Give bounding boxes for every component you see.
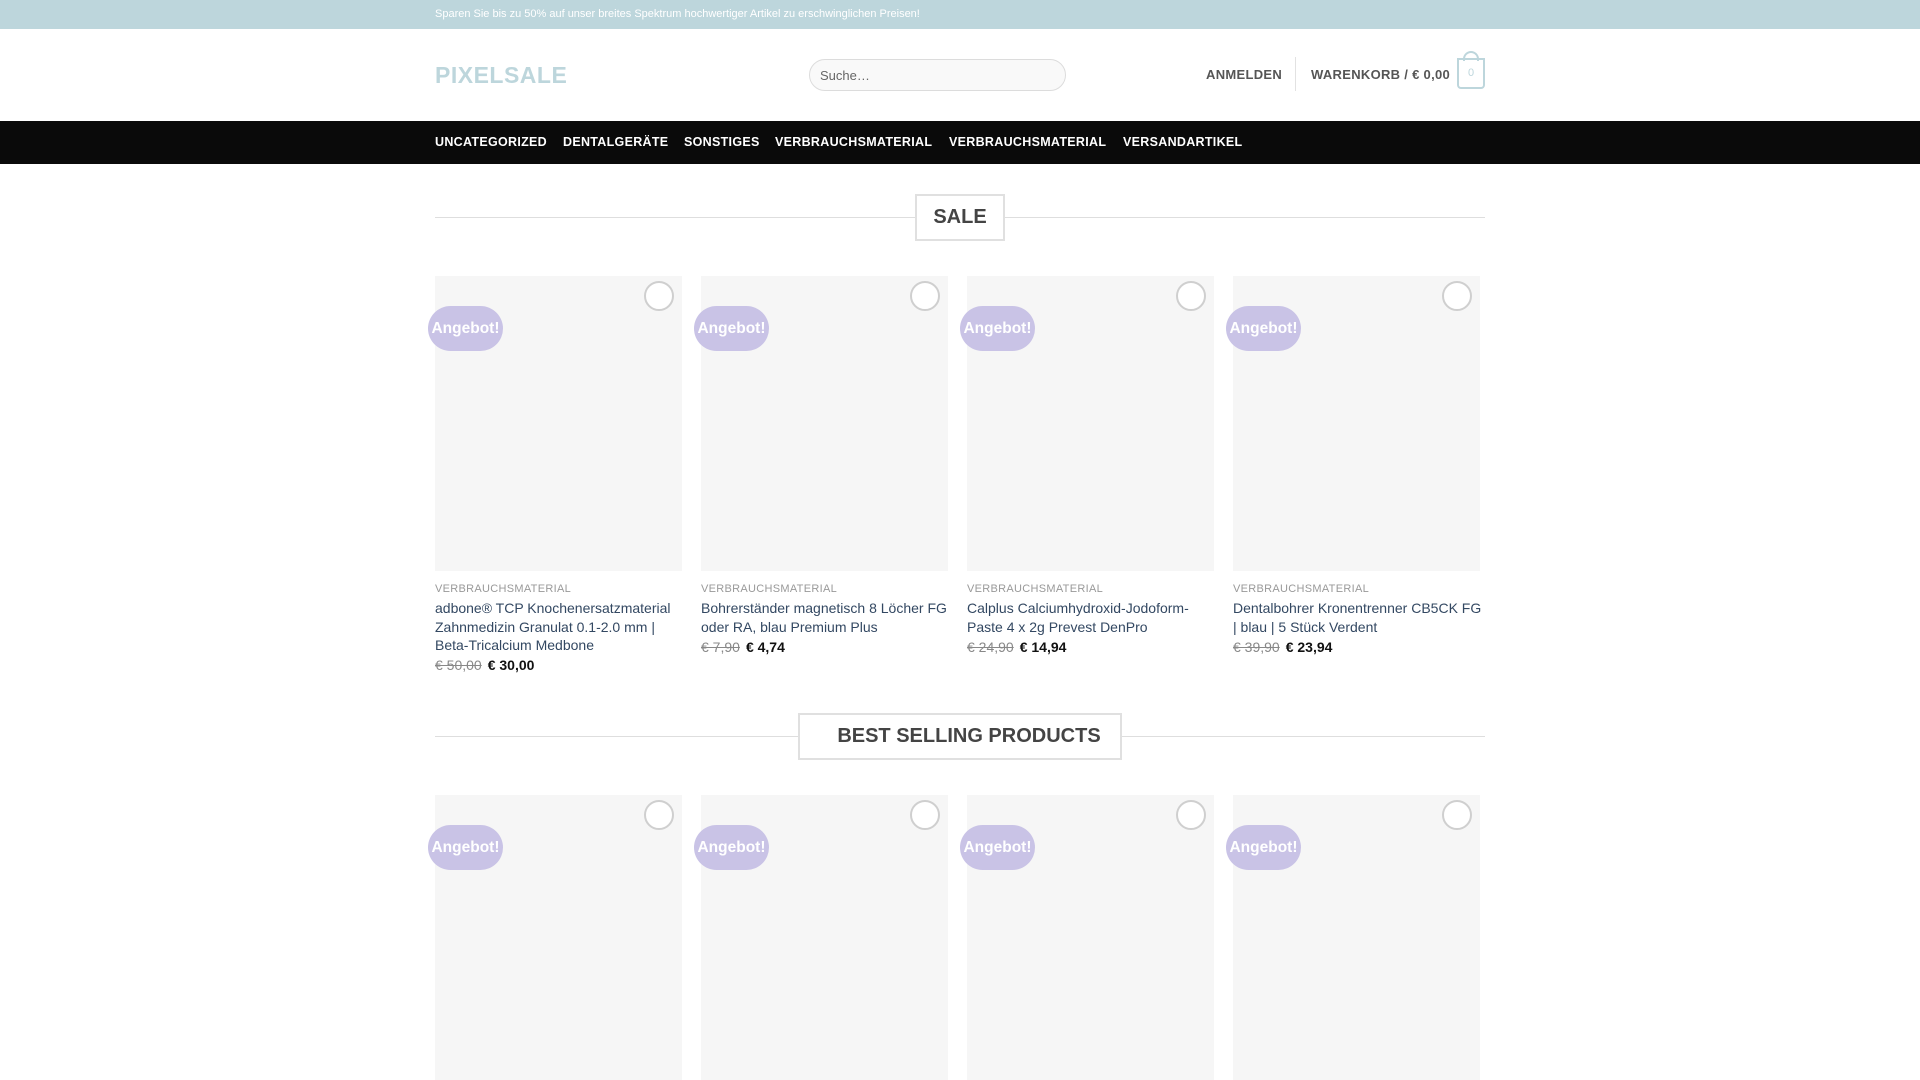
old-price: € 39,90 [1233, 639, 1280, 655]
product-card[interactable]: Angebot! VERBRAUCHSMATERIAL Bohrerstände… [694, 276, 951, 676]
sale-price: € 14,94 [1019, 639, 1067, 655]
header-divider [1295, 57, 1296, 91]
product-title[interactable]: Calplus Calciumhydroxid-Jodoform-Paste 4… [967, 599, 1217, 636]
product-title[interactable]: adbone® TCP Knochenersatzmaterial Zahnme… [435, 599, 685, 655]
promo-text: Sparen Sie bis zu 50% auf unser breites … [435, 8, 920, 20]
site-header: PIXELSALE ANMELDEN WARENKORB / € 0,00 0 [0, 29, 1920, 121]
wishlist-heart-icon[interactable] [644, 800, 674, 830]
site-logo[interactable]: PIXELSALE [435, 62, 567, 89]
product-category: VERBRAUCHSMATERIAL [435, 583, 571, 595]
sale-badge: Angebot! [694, 825, 769, 870]
product-category: VERBRAUCHSMATERIAL [967, 583, 1103, 595]
product-card[interactable]: Angebot! [694, 795, 948, 1080]
wishlist-heart-icon[interactable] [1176, 281, 1206, 311]
product-card[interactable]: Angebot! [1226, 795, 1480, 1080]
section-title-sale: SALE [915, 194, 1005, 241]
wishlist-heart-icon[interactable] [644, 281, 674, 311]
cart-count-badge[interactable]: 0 [1457, 58, 1485, 89]
main-nav: UNCATEGORIZED DENTALGERÄTE SONSTIGES VER… [0, 121, 1920, 164]
sale-badge: Angebot! [1226, 825, 1301, 870]
sale-price: € 23,94 [1285, 639, 1333, 655]
sale-badge: Angebot! [1226, 306, 1301, 351]
product-card[interactable]: Angebot! [428, 795, 682, 1080]
old-price: € 7,90 [701, 639, 740, 655]
nav-item-verbrauchsmaterial-2[interactable]: VERBRAUCHSMATERIAL [949, 135, 1106, 149]
sale-price: € 30,00 [487, 657, 535, 673]
product-card[interactable]: Angebot! [960, 795, 1214, 1080]
section-title-best-selling: BEST SELLING PRODUCTS [798, 713, 1122, 760]
product-card[interactable]: Angebot! VERBRAUCHSMATERIAL adbone® TCP … [428, 276, 685, 676]
sale-badge: Angebot! [694, 306, 769, 351]
product-price: € 50,00 € 30,00 [435, 657, 534, 673]
old-price: € 24,90 [967, 639, 1014, 655]
wishlist-heart-icon[interactable] [910, 800, 940, 830]
product-card[interactable]: Angebot! VERBRAUCHSMATERIAL Calplus Calc… [960, 276, 1217, 676]
product-card[interactable]: Angebot! VERBRAUCHSMATERIAL Dentalbohrer… [1226, 276, 1483, 676]
nav-item-verbrauchsmaterial-1[interactable]: VERBRAUCHSMATERIAL [775, 135, 932, 149]
nav-item-uncategorized[interactable]: UNCATEGORIZED [435, 135, 547, 149]
product-price: € 7,90 € 4,74 [701, 639, 785, 655]
sale-badge: Angebot! [960, 306, 1035, 351]
sale-badge: Angebot! [428, 825, 503, 870]
sale-badge: Angebot! [960, 825, 1035, 870]
sale-badge: Angebot! [428, 306, 503, 351]
sale-price: € 4,74 [745, 639, 785, 655]
product-price: € 39,90 € 23,94 [1233, 639, 1332, 655]
product-category: VERBRAUCHSMATERIAL [701, 583, 837, 595]
wishlist-heart-icon[interactable] [1176, 800, 1206, 830]
product-title[interactable]: Dentalbohrer Kronentrenner CB5CK FG | bl… [1233, 599, 1483, 636]
nav-item-sonstiges[interactable]: SONSTIGES [684, 135, 760, 149]
product-price: € 24,90 € 14,94 [967, 639, 1066, 655]
wishlist-heart-icon[interactable] [910, 281, 940, 311]
product-category: VERBRAUCHSMATERIAL [1233, 583, 1369, 595]
product-title[interactable]: Bohrerständer magnetisch 8 Löcher FG ode… [701, 599, 951, 636]
wishlist-heart-icon[interactable] [1442, 281, 1472, 311]
cart-link[interactable]: WARENKORB / € 0,00 [1311, 67, 1450, 82]
old-price: € 50,00 [435, 657, 482, 673]
promo-bar: Sparen Sie bis zu 50% auf unser breites … [0, 0, 1920, 29]
login-link[interactable]: ANMELDEN [1206, 67, 1282, 82]
nav-item-dentalgeraete[interactable]: DENTALGERÄTE [563, 135, 668, 149]
nav-item-versandartikel[interactable]: VERSANDARTIKEL [1123, 135, 1242, 149]
wishlist-heart-icon[interactable] [1442, 800, 1472, 830]
search-input[interactable] [809, 59, 1066, 91]
